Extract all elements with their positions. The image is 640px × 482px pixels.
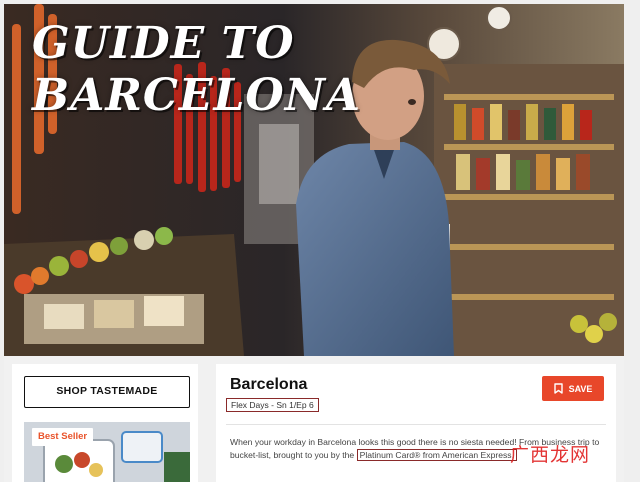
episode-title: Barcelona (230, 376, 308, 393)
bookmark-icon (553, 383, 563, 394)
video-title-overlay: GUIDE TO BARCELONA (32, 18, 362, 121)
save-button[interactable]: SAVE (542, 376, 604, 401)
episode-meta: Flex Days - Sn 1/Ep 6 (226, 398, 319, 412)
sponsor-text: Platinum Card® from American Express. (356, 449, 517, 461)
best-seller-badge: Best Seller (32, 428, 94, 446)
save-label: SAVE (568, 383, 593, 394)
watermark-logo: 广西龙网 (510, 444, 591, 466)
shop-tastemade-button[interactable]: SHOP TASTEMADE (24, 376, 190, 408)
video-player[interactable]: GUIDE TO BARCELONA (4, 4, 624, 356)
product-thumbnail[interactable]: Best Seller (24, 422, 190, 482)
divider (226, 424, 606, 425)
shop-card: SHOP TASTEMADE Best Seller (12, 364, 198, 482)
